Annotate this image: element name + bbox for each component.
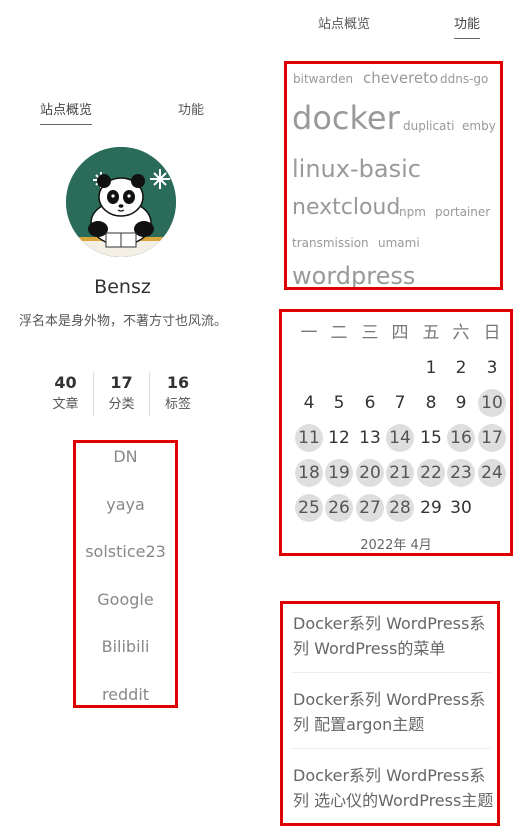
calendar-day: 30 [450, 498, 472, 518]
link-google[interactable]: Google [76, 590, 175, 609]
calendar-day: 8 [425, 393, 437, 413]
calendar-day: 4 [303, 393, 315, 413]
calendar-day: 12 [328, 428, 350, 448]
tag-portainer[interactable]: portainer [435, 206, 490, 218]
calendar-day-with-post[interactable]: 16 [447, 424, 475, 452]
post-calendar: 一二三四五六日 1 2 3 4 5 6 7 8 9 10 11 12 13 14 15 16 17 18 19 20 21… [279, 309, 513, 556]
stat-tags-label: 标签 [164, 397, 191, 412]
calendar-day: 1 [425, 358, 437, 378]
recent-post-item[interactable]: Docker系列 WordPress系列 选心仪的WordPress主题 [293, 763, 497, 813]
calendar-day-with-post[interactable]: 14 [386, 424, 414, 452]
calendar-day-with-post[interactable]: 24 [478, 459, 506, 487]
tab-functions-right[interactable]: 功能 [453, 13, 480, 39]
link-yaya[interactable]: yaya [76, 495, 175, 514]
stat-categories-count: 17 [110, 373, 133, 392]
calendar-day: 7 [394, 393, 406, 413]
author-description: 浮名本是身外物，不著方寸也风流。 [18, 314, 227, 329]
calendar-day-with-post[interactable]: 20 [356, 459, 384, 487]
author-name: Bensz [94, 276, 151, 298]
tag-emby[interactable]: emby [462, 120, 496, 132]
tag-linux-basic[interactable]: linux-basic [292, 157, 421, 181]
stat-posts[interactable]: 40 文章 [38, 372, 94, 416]
calendar-day-with-post[interactable]: 17 [478, 424, 506, 452]
post-divider [291, 672, 491, 673]
recent-post-item[interactable]: Docker系列 WordPress系列 配置argon主题 [293, 687, 497, 737]
tag-wordpress[interactable]: wordpress [292, 264, 415, 287]
calendar-day: 5 [333, 393, 345, 413]
sidebar-tabs-left: 站点概览 功能 [40, 99, 204, 125]
author-avatar [66, 147, 176, 257]
tag-nextcloud[interactable]: nextcloud [292, 197, 400, 219]
tab-site-overview-right[interactable]: 站点概览 [318, 13, 370, 39]
stat-posts-label: 文章 [52, 397, 79, 412]
calendar-day: 2 [455, 358, 467, 378]
tag-ddns-go[interactable]: ddns-go [440, 73, 488, 85]
calendar-day-with-post[interactable]: 23 [447, 459, 475, 487]
calendar-caption: 2022年 4月 [360, 538, 432, 553]
calendar-day-with-post[interactable]: 25 [295, 494, 323, 522]
calendar-weekday: 六 [452, 323, 470, 343]
calendar-day-with-post[interactable]: 28 [386, 494, 414, 522]
site-stats: 40 文章 17 分类 16 标签 [38, 372, 206, 416]
friend-links: DN yaya solstice23 Google Bilibili reddi… [73, 440, 178, 708]
calendar-day-with-post[interactable]: 26 [325, 494, 353, 522]
calendar-weekday: 五 [422, 323, 440, 343]
tag-docker[interactable]: docker [292, 102, 400, 134]
calendar-day-with-post[interactable]: 22 [417, 459, 445, 487]
calendar-day-with-post[interactable]: 10 [478, 389, 506, 417]
recent-posts: Docker系列 WordPress系列 WordPress的菜单 Docker… [280, 601, 500, 826]
tag-transmission[interactable]: transmission [292, 237, 369, 249]
recent-post-item[interactable]: Docker系列 WordPress系列 WordPress的菜单 [293, 611, 497, 661]
calendar-day-with-post[interactable]: 21 [386, 459, 414, 487]
calendar-day-with-post[interactable]: 11 [295, 424, 323, 452]
stat-categories[interactable]: 17 分类 [94, 372, 150, 416]
tab-site-overview[interactable]: 站点概览 [40, 99, 93, 125]
calendar-day-with-post[interactable]: 19 [325, 459, 353, 487]
stat-tags[interactable]: 16 标签 [150, 372, 206, 416]
calendar-weekday: 二 [330, 323, 348, 343]
calendar-weekday: 四 [391, 323, 409, 343]
link-dn[interactable]: DN [76, 447, 175, 466]
tab-functions[interactable]: 功能 [178, 99, 204, 125]
stat-tags-count: 16 [166, 373, 190, 392]
stat-categories-label: 分类 [108, 397, 135, 412]
tag-bitwarden[interactable]: bitwarden [293, 73, 353, 85]
calendar-day: 9 [455, 393, 467, 413]
sidebar-tabs-right: 站点概览 功能 [318, 13, 480, 39]
tag-duplicati[interactable]: duplicati [403, 120, 455, 132]
stat-posts-count: 40 [54, 373, 77, 392]
calendar-weekday: 一 [300, 323, 318, 343]
link-reddit[interactable]: reddit [76, 685, 175, 704]
post-divider [291, 748, 491, 749]
calendar-day: 29 [420, 498, 442, 518]
panda-avatar-icon [66, 147, 176, 257]
calendar-day: 3 [486, 358, 498, 378]
tag-cloud: bitwarden chevereto ddns-go docker dupli… [284, 61, 503, 290]
link-bilibili[interactable]: Bilibili [76, 637, 175, 656]
link-solstice23[interactable]: solstice23 [76, 542, 175, 561]
tag-umami[interactable]: umami [378, 237, 420, 249]
calendar-day: 13 [359, 428, 381, 448]
calendar-weekday: 三 [361, 323, 379, 343]
calendar-day-with-post[interactable]: 18 [295, 459, 323, 487]
calendar-day-with-post[interactable]: 27 [356, 494, 384, 522]
tag-chevereto[interactable]: chevereto [363, 71, 438, 86]
tag-npm[interactable]: npm [399, 206, 426, 218]
calendar-day: 6 [364, 393, 376, 413]
calendar-weekday: 日 [483, 323, 501, 343]
calendar-day: 15 [420, 428, 442, 448]
